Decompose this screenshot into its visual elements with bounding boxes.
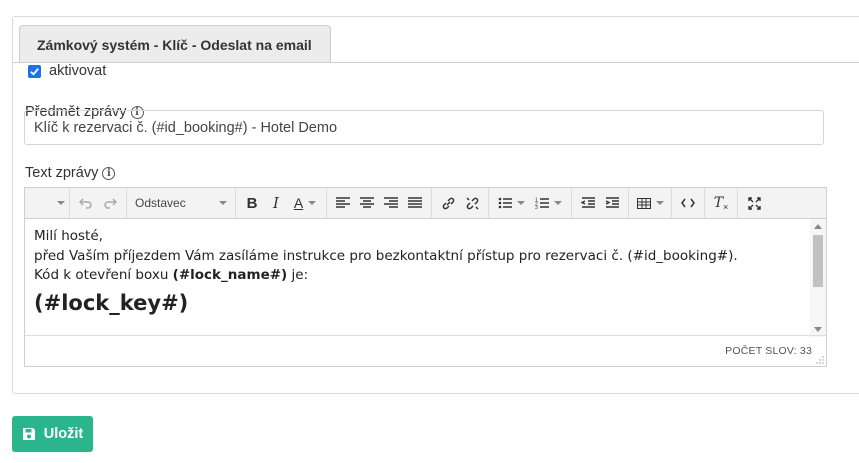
floppy-disk-icon	[22, 428, 35, 440]
format-select[interactable]: Odstavec	[127, 188, 236, 218]
activate-label: aktivovat	[49, 63, 107, 79]
editor-toolbar: Odstavec B I A 123 T ×	[25, 188, 826, 219]
chevron-down-icon	[57, 201, 65, 205]
check-icon	[30, 67, 39, 76]
activate-checkbox[interactable]	[28, 64, 41, 78]
align-justify-icon[interactable]	[403, 191, 427, 215]
rich-text-editor: Odstavec B I A 123 T × Milí hosté, před …	[24, 187, 827, 367]
scroll-thumb[interactable]	[813, 235, 823, 287]
code-group	[672, 188, 705, 218]
bold-icon[interactable]: B	[240, 191, 264, 215]
redo-icon[interactable]	[98, 191, 122, 215]
subject-input[interactable]: Klíč k rezervaci č. (#id_booking#) - Hot…	[24, 110, 824, 145]
scroll-up-icon[interactable]	[814, 224, 822, 229]
list-group: 123	[489, 188, 572, 218]
activate-row[interactable]: aktivovat	[28, 63, 106, 79]
editor-scrollbar[interactable]	[810, 219, 826, 337]
history-group	[70, 188, 127, 218]
align-center-icon[interactable]	[355, 191, 379, 215]
editor-content[interactable]: Milí hosté, před Vaším příjezdem Vám zas…	[25, 219, 810, 337]
editor-line: Milí hosté,	[34, 228, 103, 244]
text-color-icon[interactable]: A	[288, 191, 322, 215]
fullscreen-group	[738, 188, 770, 218]
outdent-icon[interactable]	[576, 191, 600, 215]
link-icon[interactable]	[436, 191, 460, 215]
clear-format-group: T ×	[705, 188, 738, 218]
blocks-dropdown[interactable]	[25, 188, 70, 218]
text-style-group: B I A	[236, 188, 327, 218]
format-select-value: Odstavec	[135, 196, 186, 210]
editor-line: Kód k otevření boxu (#lock_name#) je:	[34, 267, 309, 283]
save-button-label: Uložit	[43, 426, 84, 442]
tab-bar: Zámkový systém - Klíč - Odeslat na email	[13, 17, 859, 63]
chevron-down-icon	[219, 201, 227, 205]
message-label: Text zprávy	[25, 165, 99, 181]
fullscreen-icon[interactable]	[742, 191, 766, 215]
align-right-icon[interactable]	[379, 191, 403, 215]
link-group	[432, 188, 489, 218]
svg-text:3: 3	[535, 205, 538, 209]
scroll-down-icon[interactable]	[814, 327, 822, 332]
editor-line: před Vaším příjezdem Vám zasíláme instru…	[34, 247, 738, 264]
editor-statusbar: POČET SLOV: 33	[25, 335, 826, 366]
indent-icon[interactable]	[600, 191, 624, 215]
numbered-list-icon[interactable]: 123	[529, 191, 567, 215]
clear-formatting-icon[interactable]: T ×	[709, 191, 733, 215]
bullet-list-icon[interactable]	[493, 191, 529, 215]
table-icon[interactable]	[633, 191, 667, 215]
undo-icon[interactable]	[74, 191, 98, 215]
table-group	[629, 188, 672, 218]
indent-group	[572, 188, 629, 218]
code-icon[interactable]	[676, 191, 700, 215]
info-icon[interactable]: i	[102, 166, 116, 180]
resize-handle-icon[interactable]	[816, 356, 824, 364]
unlink-icon[interactable]	[460, 191, 484, 215]
align-left-icon[interactable]	[331, 191, 355, 215]
lock-key-heading: (#lock_key#)	[34, 290, 189, 315]
message-label-row: Text zprávy i	[25, 165, 116, 181]
italic-icon[interactable]: I	[264, 191, 288, 215]
align-group	[327, 188, 432, 218]
lock-name-placeholder: (#lock_name#)	[172, 267, 288, 283]
save-button[interactable]: Uložit	[12, 416, 93, 452]
word-count: POČET SLOV: 33	[725, 345, 812, 357]
tab-lock-system-email[interactable]: Zámkový systém - Klíč - Odeslat na email	[19, 25, 331, 62]
